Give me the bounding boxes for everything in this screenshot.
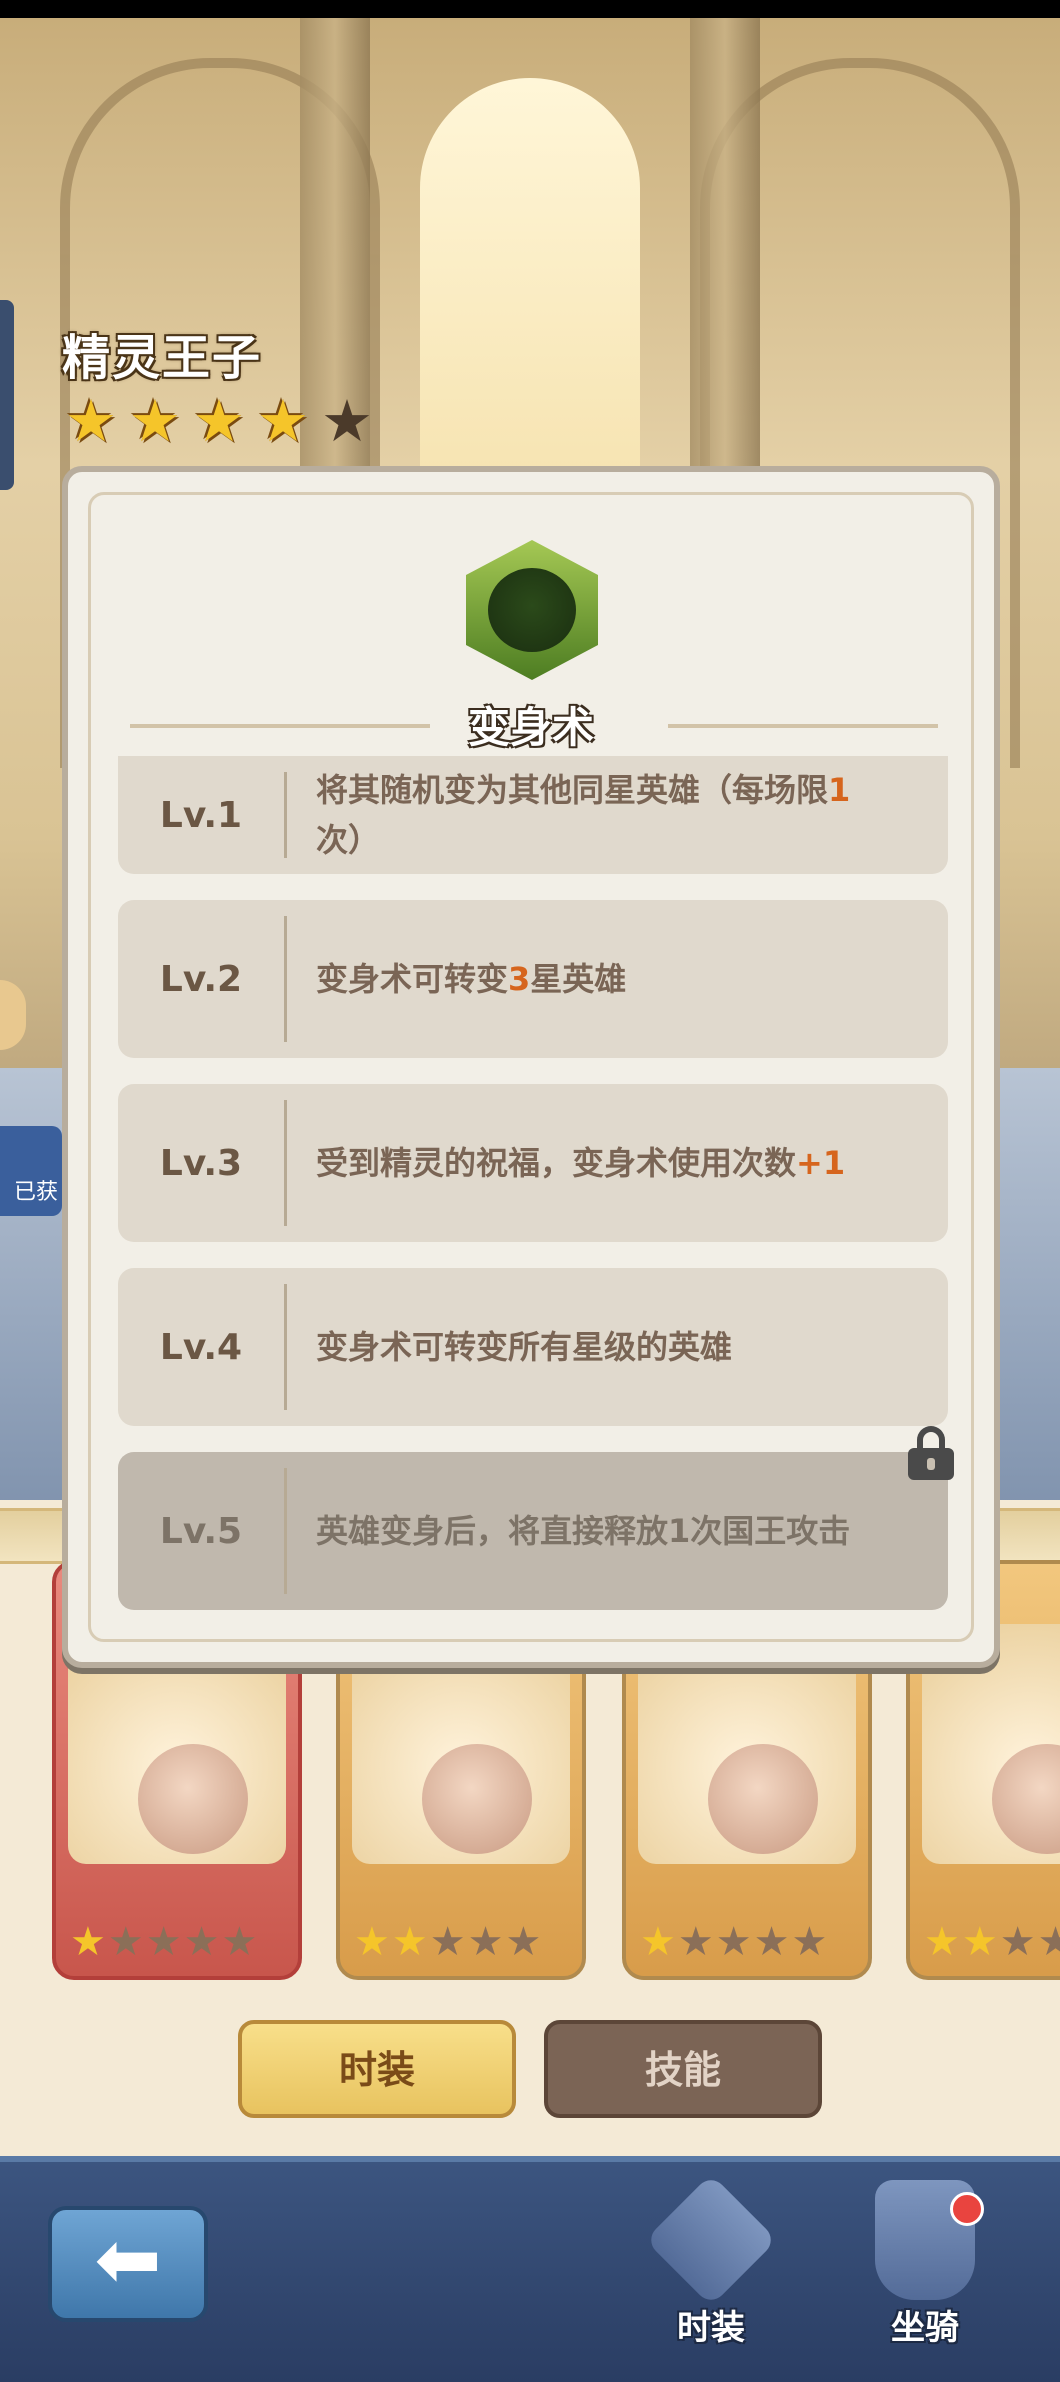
costume-icon	[644, 2173, 778, 2307]
star-filled-icon: ★	[70, 1919, 106, 1965]
level-text: 受到精灵的祝福，变身术使用次数	[316, 1144, 797, 1182]
character-face	[992, 1744, 1060, 1854]
star-filled-icon: ★	[129, 387, 181, 455]
star-empty-icon: ★	[221, 1919, 258, 1965]
tab-skill[interactable]: 技能	[544, 2020, 822, 2118]
star-filled-icon: ★	[193, 387, 245, 455]
lock-icon	[908, 1426, 954, 1480]
level-label: Lv.5	[159, 1510, 243, 1552]
level-text: 将其随机变为其他同星英雄（每场限	[316, 771, 829, 809]
tab-costume[interactable]: 时装	[238, 2020, 516, 2118]
star-empty-icon: ★	[753, 1919, 790, 1965]
star-filled-icon: ★	[924, 1919, 960, 1965]
star-empty-icon: ★	[145, 1919, 182, 1965]
skill-title: 变身术	[467, 703, 594, 752]
star-filled-icon: ★	[391, 1919, 428, 1965]
level-label: Lv.1	[159, 794, 243, 836]
star-empty-icon: ★	[677, 1919, 714, 1965]
level-description: 变身术可转变所有星级的英雄	[316, 1268, 908, 1426]
level-divider	[284, 772, 287, 858]
level-divider	[284, 1468, 287, 1594]
hero-star-rating: ★ ★ ★ ★ ★	[62, 392, 376, 450]
star-empty-icon: ★	[321, 387, 373, 455]
level-description: 将其随机变为其他同星英雄（每场限1 次）	[316, 756, 908, 874]
star-empty-icon: ★	[505, 1919, 542, 1965]
level-text: 英雄变身后，将直接释放1次国王攻击	[316, 1512, 851, 1550]
hero-name: 精灵王子	[62, 330, 263, 386]
level-divider	[284, 916, 287, 1042]
star-filled-icon: ★	[65, 387, 117, 455]
status-bar	[0, 0, 1060, 18]
nav-mount-label: 坐骑	[891, 2308, 959, 2348]
level-text: 星英雄	[530, 960, 627, 998]
skill-detail-popup: 变身术 Lv.1 将其随机变为其他同星英雄（每场限1 次） Lv.2 变身术可转变3星英…	[62, 466, 1000, 1668]
ghost-icon	[488, 568, 576, 652]
level-text: 次）	[316, 821, 381, 859]
star-empty-icon: ★	[791, 1919, 828, 1965]
level-description: 受到精灵的祝福，变身术使用次数+1	[316, 1084, 908, 1242]
obtained-label: 已获	[14, 1180, 59, 1205]
star-empty-icon: ★	[429, 1919, 466, 1965]
level-label: Lv.2	[159, 958, 243, 1000]
skill-level-list[interactable]: Lv.1 将其随机变为其他同星英雄（每场限1次） Lv.2 变身术可转变3星英雄 Lv.…	[118, 756, 948, 1636]
skin-star-rating: ★★★★★	[640, 1920, 827, 1964]
star-empty-icon: ★	[183, 1919, 220, 1965]
star-empty-icon: ★	[1038, 1920, 1060, 1964]
star-empty-icon: ★	[107, 1919, 144, 1965]
level-description: 英雄变身后，将直接释放1次国王攻击	[316, 1452, 908, 1610]
back-button[interactable]: ⬅	[48, 2206, 208, 2322]
level-highlight-value: 1	[828, 771, 851, 809]
level-text: 变身术可转变	[316, 960, 509, 998]
character-face	[422, 1744, 532, 1854]
skill-level-row: Lv.5 英雄变身后，将直接释放1次国王攻击	[118, 1452, 948, 1610]
character-face	[138, 1744, 248, 1854]
left-panel-tab[interactable]	[0, 300, 14, 490]
level-highlight-value: +1	[796, 1144, 846, 1182]
level-description: 变身术可转变3星英雄	[316, 900, 908, 1058]
level-highlight-value: 3	[508, 960, 531, 998]
star-empty-icon: ★	[467, 1919, 504, 1965]
skin-star-rating: ★★★★★	[354, 1920, 541, 1964]
star-filled-icon: ★	[354, 1919, 390, 1965]
notification-dot	[950, 2192, 984, 2226]
level-divider	[284, 1100, 287, 1226]
arrow-left-icon: ⬅	[94, 2213, 162, 2306]
star-filled-icon: ★	[961, 1919, 998, 1965]
obtained-badge[interactable]: 已获	[0, 1126, 62, 1216]
nav-costume[interactable]: 时装	[636, 2173, 786, 2360]
level-divider	[284, 1284, 287, 1410]
skill-level-row: Lv.4 变身术可转变所有星级的英雄	[118, 1268, 948, 1426]
star-empty-icon: ★	[715, 1919, 752, 1965]
skill-level-row: Lv.1 将其随机变为其他同星英雄（每场限1 次）	[118, 756, 948, 874]
skill-level-row: Lv.2 变身术可转变3星英雄	[118, 900, 948, 1058]
level-label: Lv.3	[159, 1142, 243, 1184]
nav-costume-label: 时装	[677, 2308, 745, 2348]
skin-star-rating: ★★★★★	[924, 1920, 1060, 1964]
star-empty-icon: ★	[999, 1919, 1036, 1965]
skill-level-row: Lv.3 受到精灵的祝福，变身术使用次数+1	[118, 1084, 948, 1242]
star-filled-icon: ★	[257, 387, 309, 455]
level-text: 变身术可转变所有星级的英雄	[316, 1328, 733, 1366]
character-face	[708, 1744, 818, 1854]
skin-star-rating: ★★★★★	[70, 1920, 257, 1964]
level-label: Lv.4	[159, 1326, 243, 1368]
star-filled-icon: ★	[640, 1919, 676, 1965]
